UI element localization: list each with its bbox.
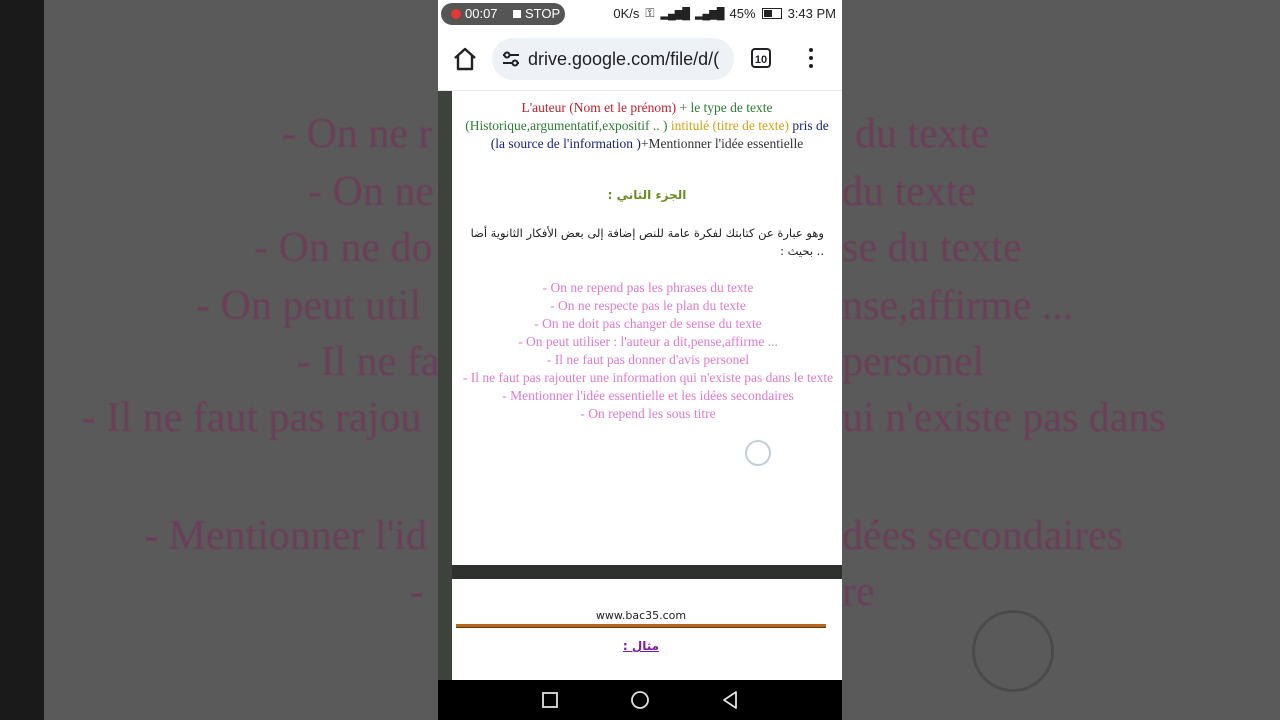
document-page: L'auteur (Nom et le prénom) + le type de… bbox=[452, 91, 842, 565]
more-menu-icon[interactable] bbox=[808, 48, 814, 70]
main-idea-text: +Mentionner l'idée essentielle bbox=[640, 136, 804, 151]
part-two-heading: الجزء الثاني : bbox=[607, 188, 687, 202]
left-dark-strip bbox=[0, 0, 44, 720]
net-speed: 0K/s bbox=[613, 6, 640, 21]
stop-icon bbox=[513, 10, 521, 18]
record-dot-icon bbox=[451, 9, 461, 19]
stop-button[interactable]: STOP bbox=[525, 6, 560, 21]
record-timer: 00:07 bbox=[465, 6, 498, 21]
bg-text-line: du texte bbox=[855, 111, 990, 157]
home-circle-icon[interactable] bbox=[620, 680, 660, 720]
home-icon[interactable] bbox=[452, 46, 478, 72]
title-text: intitulé (titre de texte) bbox=[670, 118, 789, 133]
rules-list: - On ne repend pas les phrases du texte … bbox=[458, 279, 838, 423]
clock: 3:43 PM bbox=[787, 6, 836, 21]
part-two-description: وهو عبارة عن كتابتك لفكرة عامة للنص إضاف… bbox=[470, 226, 824, 258]
bg-text-line: - Il ne fa bbox=[296, 339, 440, 385]
phone-screen: 00:07 STOP 0K/s ⚿ ▂▄▆█ ▂▄▆█ 45% 3:43 PM … bbox=[438, 0, 842, 720]
viewer-gutter bbox=[438, 91, 452, 680]
list-item: - On peut utiliser : l'auteur a dit,pens… bbox=[518, 334, 778, 349]
bg-text-line: - On peut util bbox=[196, 283, 422, 329]
document-page-2: www.bac35.com مثال : bbox=[452, 579, 842, 680]
status-bar: 00:07 STOP 0K/s ⚿ ▂▄▆█ ▂▄▆█ 45% 3:43 PM bbox=[438, 0, 842, 28]
author-text: L'auteur (Nom et le prénom) bbox=[521, 100, 677, 115]
vpn-key-icon: ⚿ bbox=[645, 6, 655, 20]
battery-percent: 45% bbox=[729, 6, 756, 21]
list-item: - Il ne faut pas donner d'avis personel bbox=[546, 352, 750, 367]
bg-text-line: - Il ne faut pas rajou bbox=[82, 395, 422, 441]
list-item: - Mentionner l'idée essentielle et les i… bbox=[502, 388, 794, 403]
screen-recorder-pill[interactable]: 00:07 STOP bbox=[441, 3, 565, 25]
bg-text-line: - bbox=[410, 569, 424, 615]
bg-text-line: ui n'existe pas dans bbox=[842, 395, 1166, 441]
address-bar[interactable]: drive.google.com/file/d/( bbox=[492, 38, 734, 80]
url-text[interactable]: drive.google.com/file/d/( bbox=[528, 49, 719, 70]
list-item: - On ne doit pas changer de sense du tex… bbox=[534, 316, 762, 331]
tab-switcher-button[interactable]: 10 bbox=[751, 48, 771, 68]
bg-text-line: personel bbox=[842, 339, 985, 385]
bg-text-line: se du texte bbox=[842, 225, 1022, 271]
battery-icon bbox=[761, 8, 782, 19]
status-indicators: 0K/s ⚿ ▂▄▆█ ▂▄▆█ 45% 3:43 PM bbox=[613, 6, 836, 21]
document-viewer[interactable]: L'auteur (Nom et le prénom) + le type de… bbox=[438, 91, 842, 680]
signal-icon: ▂▄▆█ bbox=[660, 8, 690, 20]
bg-text-line: re bbox=[842, 569, 875, 615]
bg-loading-circle bbox=[972, 610, 1054, 692]
site-settings-icon[interactable] bbox=[502, 51, 520, 67]
list-item: - On ne respecte pas le plan du texte bbox=[550, 298, 746, 313]
site-url-text: www.bac35.com bbox=[595, 609, 687, 622]
example-heading: مثال : bbox=[622, 639, 660, 653]
intro-paragraph: L'auteur (Nom et le prénom) + le type de… bbox=[462, 99, 832, 153]
bg-text-line: - Mentionner l'id bbox=[144, 513, 427, 559]
bg-text-line: dées secondaires bbox=[842, 513, 1124, 559]
list-item: - On repend les sous titre bbox=[580, 406, 716, 421]
list-item: - On ne repend pas les phrases du texte bbox=[542, 280, 754, 295]
signal-icon-2: ▂▄▆█ bbox=[695, 8, 724, 20]
back-icon[interactable] bbox=[710, 680, 750, 720]
browser-toolbar: drive.google.com/file/d/( 10 bbox=[438, 28, 842, 91]
bg-text-line: nse,affirme ... bbox=[842, 283, 1074, 329]
bg-text-line: - On ne bbox=[308, 169, 434, 215]
android-nav-bar bbox=[438, 680, 842, 720]
recent-apps-icon[interactable] bbox=[530, 680, 570, 720]
list-item: - Il ne faut pas rajouter une informatio… bbox=[462, 370, 834, 385]
bg-text-line: - On ne do bbox=[254, 225, 433, 271]
loading-spinner-icon bbox=[745, 440, 771, 466]
bg-text-line: - On ne r bbox=[282, 111, 433, 157]
bg-text-line: du texte bbox=[842, 169, 977, 215]
divider bbox=[456, 624, 826, 628]
